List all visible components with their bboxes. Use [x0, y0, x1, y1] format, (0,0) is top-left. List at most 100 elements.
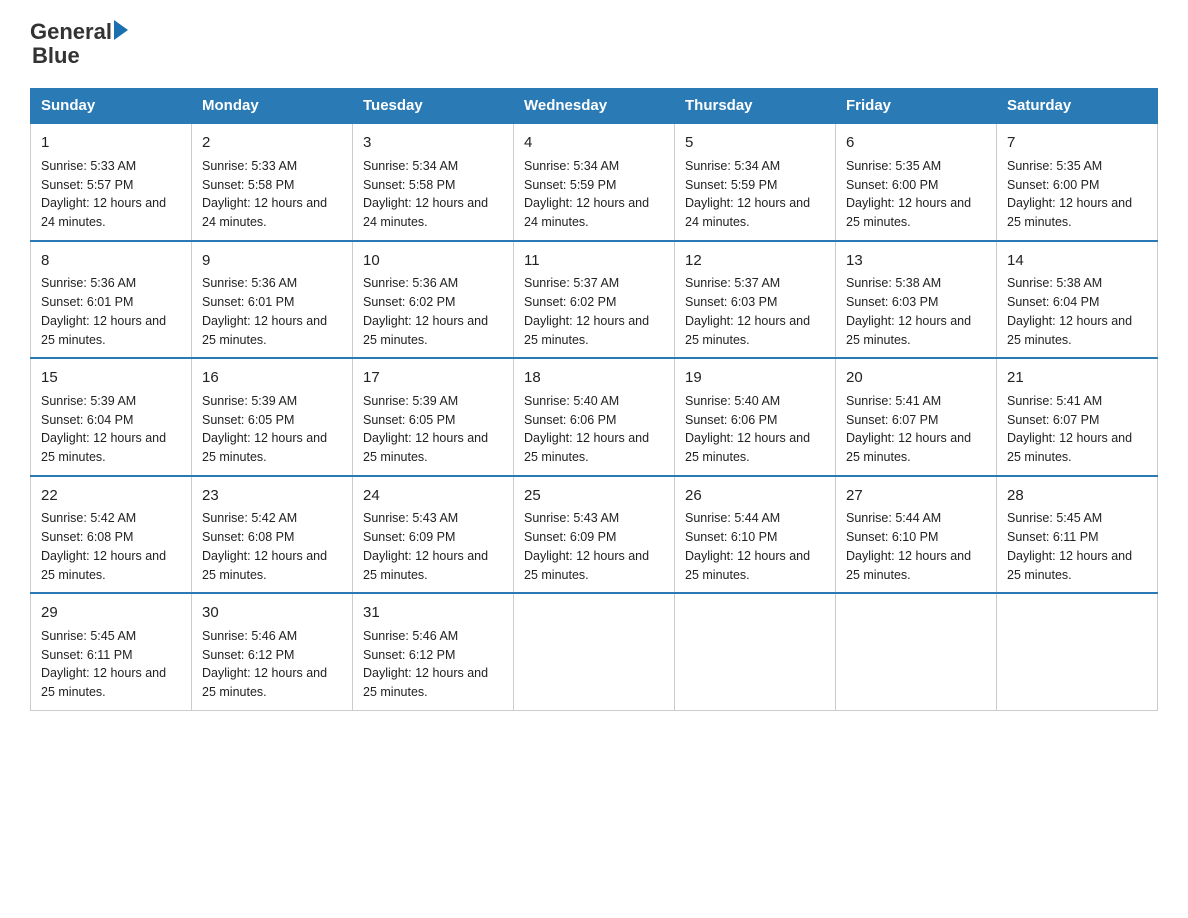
day-sunset: Sunset: 6:03 PM — [685, 295, 777, 309]
day-daylight: Daylight: 12 hours and 25 minutes. — [363, 314, 488, 347]
calendar-day-cell: 19 Sunrise: 5:40 AM Sunset: 6:06 PM Dayl… — [675, 358, 836, 476]
day-sunrise: Sunrise: 5:44 AM — [685, 511, 780, 525]
day-sunset: Sunset: 6:10 PM — [685, 530, 777, 544]
calendar-day-cell: 16 Sunrise: 5:39 AM Sunset: 6:05 PM Dayl… — [192, 358, 353, 476]
calendar-day-cell: 26 Sunrise: 5:44 AM Sunset: 6:10 PM Dayl… — [675, 476, 836, 594]
day-sunset: Sunset: 5:58 PM — [363, 178, 455, 192]
day-number: 6 — [846, 132, 986, 155]
day-number: 15 — [41, 367, 181, 390]
day-daylight: Daylight: 12 hours and 25 minutes. — [202, 549, 327, 582]
day-daylight: Daylight: 12 hours and 25 minutes. — [1007, 549, 1132, 582]
day-sunrise: Sunrise: 5:41 AM — [1007, 394, 1102, 408]
calendar-day-cell: 9 Sunrise: 5:36 AM Sunset: 6:01 PM Dayli… — [192, 241, 353, 359]
day-sunrise: Sunrise: 5:41 AM — [846, 394, 941, 408]
calendar-day-cell: 17 Sunrise: 5:39 AM Sunset: 6:05 PM Dayl… — [353, 358, 514, 476]
day-number: 21 — [1007, 367, 1147, 390]
calendar-day-cell: 31 Sunrise: 5:46 AM Sunset: 6:12 PM Dayl… — [353, 593, 514, 710]
day-sunrise: Sunrise: 5:36 AM — [363, 276, 458, 290]
day-daylight: Daylight: 12 hours and 25 minutes. — [202, 666, 327, 699]
calendar-day-cell — [997, 593, 1158, 710]
day-sunset: Sunset: 5:57 PM — [41, 178, 133, 192]
calendar-day-cell: 22 Sunrise: 5:42 AM Sunset: 6:08 PM Dayl… — [31, 476, 192, 594]
calendar-day-cell: 4 Sunrise: 5:34 AM Sunset: 5:59 PM Dayli… — [514, 123, 675, 241]
day-sunrise: Sunrise: 5:37 AM — [685, 276, 780, 290]
day-sunrise: Sunrise: 5:40 AM — [685, 394, 780, 408]
calendar-day-cell — [514, 593, 675, 710]
calendar-week-row: 22 Sunrise: 5:42 AM Sunset: 6:08 PM Dayl… — [31, 476, 1158, 594]
day-sunset: Sunset: 6:05 PM — [202, 413, 294, 427]
day-number: 3 — [363, 132, 503, 155]
day-sunset: Sunset: 6:03 PM — [846, 295, 938, 309]
day-sunrise: Sunrise: 5:33 AM — [41, 159, 136, 173]
day-daylight: Daylight: 12 hours and 25 minutes. — [41, 314, 166, 347]
day-sunset: Sunset: 6:01 PM — [41, 295, 133, 309]
day-number: 4 — [524, 132, 664, 155]
day-number: 2 — [202, 132, 342, 155]
day-number: 29 — [41, 602, 181, 625]
day-daylight: Daylight: 12 hours and 25 minutes. — [524, 549, 649, 582]
day-sunset: Sunset: 6:02 PM — [363, 295, 455, 309]
day-number: 23 — [202, 485, 342, 508]
day-number: 14 — [1007, 250, 1147, 273]
day-sunset: Sunset: 6:00 PM — [1007, 178, 1099, 192]
day-daylight: Daylight: 12 hours and 25 minutes. — [846, 314, 971, 347]
day-daylight: Daylight: 12 hours and 25 minutes. — [363, 666, 488, 699]
calendar-day-cell: 18 Sunrise: 5:40 AM Sunset: 6:06 PM Dayl… — [514, 358, 675, 476]
calendar-day-cell: 14 Sunrise: 5:38 AM Sunset: 6:04 PM Dayl… — [997, 241, 1158, 359]
calendar-day-cell — [836, 593, 997, 710]
logo-text-general: General — [30, 20, 112, 44]
day-sunset: Sunset: 5:59 PM — [524, 178, 616, 192]
calendar-day-cell: 10 Sunrise: 5:36 AM Sunset: 6:02 PM Dayl… — [353, 241, 514, 359]
calendar-week-row: 1 Sunrise: 5:33 AM Sunset: 5:57 PM Dayli… — [31, 123, 1158, 241]
day-number: 5 — [685, 132, 825, 155]
logo-arrow-icon — [114, 20, 128, 40]
day-sunrise: Sunrise: 5:33 AM — [202, 159, 297, 173]
day-sunset: Sunset: 6:07 PM — [1007, 413, 1099, 427]
calendar-day-cell: 20 Sunrise: 5:41 AM Sunset: 6:07 PM Dayl… — [836, 358, 997, 476]
day-sunrise: Sunrise: 5:39 AM — [41, 394, 136, 408]
col-header-wednesday: Wednesday — [514, 89, 675, 124]
day-number: 22 — [41, 485, 181, 508]
day-daylight: Daylight: 12 hours and 25 minutes. — [1007, 431, 1132, 464]
day-daylight: Daylight: 12 hours and 24 minutes. — [202, 196, 327, 229]
day-number: 16 — [202, 367, 342, 390]
day-sunrise: Sunrise: 5:39 AM — [202, 394, 297, 408]
day-daylight: Daylight: 12 hours and 25 minutes. — [363, 549, 488, 582]
calendar-day-cell: 2 Sunrise: 5:33 AM Sunset: 5:58 PM Dayli… — [192, 123, 353, 241]
day-daylight: Daylight: 12 hours and 24 minutes. — [363, 196, 488, 229]
day-number: 10 — [363, 250, 503, 273]
calendar-day-cell: 8 Sunrise: 5:36 AM Sunset: 6:01 PM Dayli… — [31, 241, 192, 359]
day-number: 25 — [524, 485, 664, 508]
day-number: 13 — [846, 250, 986, 273]
day-number: 18 — [524, 367, 664, 390]
day-daylight: Daylight: 12 hours and 24 minutes. — [685, 196, 810, 229]
col-header-friday: Friday — [836, 89, 997, 124]
day-daylight: Daylight: 12 hours and 25 minutes. — [363, 431, 488, 464]
day-sunrise: Sunrise: 5:42 AM — [41, 511, 136, 525]
day-daylight: Daylight: 12 hours and 25 minutes. — [41, 549, 166, 582]
day-sunset: Sunset: 6:11 PM — [41, 648, 133, 662]
day-number: 20 — [846, 367, 986, 390]
day-sunset: Sunset: 6:12 PM — [202, 648, 294, 662]
day-daylight: Daylight: 12 hours and 25 minutes. — [524, 431, 649, 464]
calendar-day-cell: 15 Sunrise: 5:39 AM Sunset: 6:04 PM Dayl… — [31, 358, 192, 476]
day-number: 11 — [524, 250, 664, 273]
day-sunrise: Sunrise: 5:35 AM — [1007, 159, 1102, 173]
day-sunset: Sunset: 6:12 PM — [363, 648, 455, 662]
day-daylight: Daylight: 12 hours and 25 minutes. — [846, 431, 971, 464]
col-header-monday: Monday — [192, 89, 353, 124]
col-header-sunday: Sunday — [31, 89, 192, 124]
day-daylight: Daylight: 12 hours and 25 minutes. — [1007, 314, 1132, 347]
day-sunset: Sunset: 6:11 PM — [1007, 530, 1099, 544]
calendar-day-cell: 12 Sunrise: 5:37 AM Sunset: 6:03 PM Dayl… — [675, 241, 836, 359]
calendar-day-cell: 5 Sunrise: 5:34 AM Sunset: 5:59 PM Dayli… — [675, 123, 836, 241]
day-daylight: Daylight: 12 hours and 24 minutes. — [41, 196, 166, 229]
day-sunset: Sunset: 6:05 PM — [363, 413, 455, 427]
day-number: 9 — [202, 250, 342, 273]
day-sunrise: Sunrise: 5:43 AM — [524, 511, 619, 525]
day-sunrise: Sunrise: 5:36 AM — [41, 276, 136, 290]
calendar-day-cell — [675, 593, 836, 710]
col-header-saturday: Saturday — [997, 89, 1158, 124]
day-sunset: Sunset: 6:06 PM — [524, 413, 616, 427]
day-sunset: Sunset: 6:08 PM — [41, 530, 133, 544]
